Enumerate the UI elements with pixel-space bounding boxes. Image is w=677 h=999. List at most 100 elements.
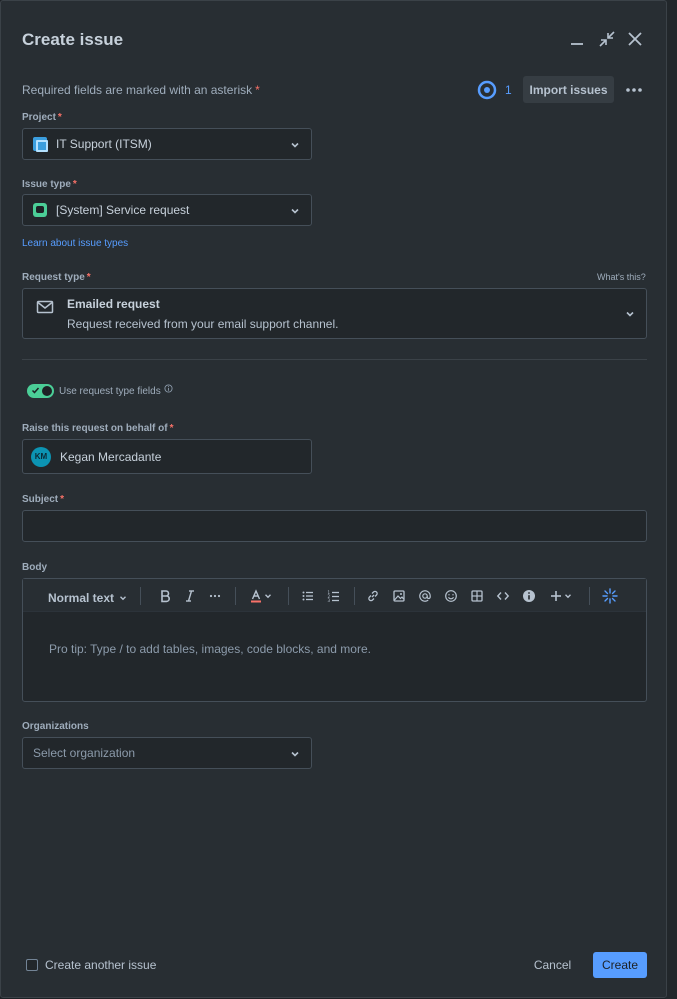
create-button[interactable]: Create xyxy=(593,952,647,978)
bullet-list-icon xyxy=(302,591,313,601)
text-color-button[interactable] xyxy=(247,587,275,605)
image-icon xyxy=(393,590,405,602)
subject-asterisk: * xyxy=(60,494,65,505)
text-color-icon xyxy=(251,589,261,603)
on-behalf-label-text: Raise this request on behalf of xyxy=(22,423,168,434)
background-page-strip xyxy=(666,0,677,999)
modal-title: Create issue xyxy=(22,30,124,49)
toolbar-separator xyxy=(589,587,590,605)
info-icon xyxy=(523,590,535,602)
emoji-button[interactable] xyxy=(443,587,459,605)
use-request-type-fields-toggle[interactable] xyxy=(27,384,54,398)
subject-label-text: Subject xyxy=(22,494,59,505)
issue-type-asterisk: * xyxy=(72,179,77,190)
use-request-type-fields-label: Use request type fields xyxy=(59,386,161,397)
issue-type-select[interactable]: [System] Service request xyxy=(22,194,312,226)
info-panel-button[interactable] xyxy=(521,587,537,605)
image-button[interactable] xyxy=(391,587,407,605)
numbered-list-button[interactable]: 123 xyxy=(326,587,342,605)
toolbar-separator xyxy=(140,587,141,605)
mention-icon xyxy=(419,590,431,602)
import-issues-button[interactable]: Import issues xyxy=(523,76,614,103)
editor-placeholder: Pro tip: Type / to add tables, images, c… xyxy=(49,642,371,656)
body-label: Body xyxy=(22,562,47,573)
request-type-title: Emailed request xyxy=(67,297,160,311)
request-type-select[interactable]: Emailed request Request received from yo… xyxy=(22,288,647,339)
mail-icon xyxy=(36,300,54,314)
info-icon[interactable] xyxy=(164,384,173,393)
organizations-placeholder: Select organization xyxy=(33,746,136,760)
request-type-description: Request received from your email support… xyxy=(67,317,339,331)
ai-assist-button[interactable] xyxy=(601,587,619,605)
bullet-list-button[interactable] xyxy=(300,587,316,605)
on-behalf-asterisk: * xyxy=(169,423,174,434)
close-icon[interactable] xyxy=(623,27,647,51)
minimize-icon[interactable] xyxy=(565,27,589,51)
request-type-asterisk: * xyxy=(86,272,91,283)
request-type-label: Request type * xyxy=(22,272,91,283)
learn-issue-types-link[interactable]: Learn about issue types xyxy=(22,238,128,249)
more-options-button[interactable] xyxy=(621,79,647,101)
cancel-button[interactable]: Cancel xyxy=(528,952,577,978)
project-asterisk: * xyxy=(57,112,62,123)
organizations-label: Organizations xyxy=(22,721,89,732)
issue-type-label-text: Issue type xyxy=(22,179,71,190)
whats-this-link[interactable]: What's this? xyxy=(597,272,646,282)
collapse-icon[interactable] xyxy=(595,27,619,51)
subject-label: Subject * xyxy=(22,494,64,505)
table-button[interactable] xyxy=(469,587,485,605)
chevron-down-icon xyxy=(291,208,299,214)
project-label: Project * xyxy=(22,112,62,123)
watch-button[interactable]: 1 xyxy=(477,79,512,101)
section-divider xyxy=(22,359,647,360)
service-request-icon xyxy=(33,203,47,217)
emoji-icon xyxy=(445,590,457,602)
numbered-list-icon: 123 xyxy=(328,590,339,603)
eye-icon xyxy=(477,80,497,100)
toolbar-separator xyxy=(354,587,355,605)
bold-button[interactable] xyxy=(157,587,173,605)
toolbar-separator xyxy=(235,587,236,605)
mention-button[interactable] xyxy=(417,587,433,605)
insert-menu-button[interactable] xyxy=(547,587,575,605)
chevron-down-icon xyxy=(291,142,299,148)
text-style-dropdown[interactable]: Normal text xyxy=(48,591,128,605)
code-button[interactable] xyxy=(495,587,511,605)
subject-input[interactable] xyxy=(22,510,647,542)
project-value: IT Support (ITSM) xyxy=(56,137,152,151)
required-note-text: Required fields are marked with an aster… xyxy=(22,83,253,97)
chevron-down-icon xyxy=(120,596,127,601)
request-type-label-text: Request type xyxy=(22,272,85,283)
on-behalf-user-picker[interactable]: KM Kegan Mercadante xyxy=(22,439,312,474)
more-icon xyxy=(626,88,642,92)
project-select[interactable]: IT Support (ITSM) xyxy=(22,128,312,160)
organizations-select[interactable]: Select organization xyxy=(22,737,312,769)
italic-button[interactable] xyxy=(182,587,198,605)
project-label-text: Project xyxy=(22,112,56,123)
chevron-down-icon xyxy=(626,311,634,317)
link-icon xyxy=(368,590,378,602)
project-icon xyxy=(33,137,48,152)
create-another-label: Create another issue xyxy=(45,958,157,972)
check-icon xyxy=(31,387,40,394)
toolbar-separator xyxy=(288,587,289,605)
plus-icon xyxy=(551,591,561,601)
avatar: KM xyxy=(31,446,51,467)
more-formatting-button[interactable] xyxy=(207,587,223,605)
chevron-down-icon xyxy=(565,594,571,599)
chevron-down-icon xyxy=(291,751,299,757)
create-another-checkbox[interactable] xyxy=(26,959,38,971)
bold-icon xyxy=(161,590,170,603)
issue-type-value: [System] Service request xyxy=(56,203,190,217)
required-fields-note: Required fields are marked with an aster… xyxy=(22,83,260,97)
chevron-down-icon xyxy=(265,594,271,599)
link-button[interactable] xyxy=(365,587,381,605)
body-editor[interactable]: Normal text 123 Pro tip: Type / to add t… xyxy=(22,578,647,702)
italic-icon xyxy=(186,590,194,602)
svg-text:3: 3 xyxy=(328,598,331,603)
code-icon xyxy=(496,592,510,600)
more-icon xyxy=(209,594,221,598)
watch-count: 1 xyxy=(505,83,512,97)
text-style-value: Normal text xyxy=(48,591,115,605)
issue-type-label: Issue type * xyxy=(22,179,77,190)
